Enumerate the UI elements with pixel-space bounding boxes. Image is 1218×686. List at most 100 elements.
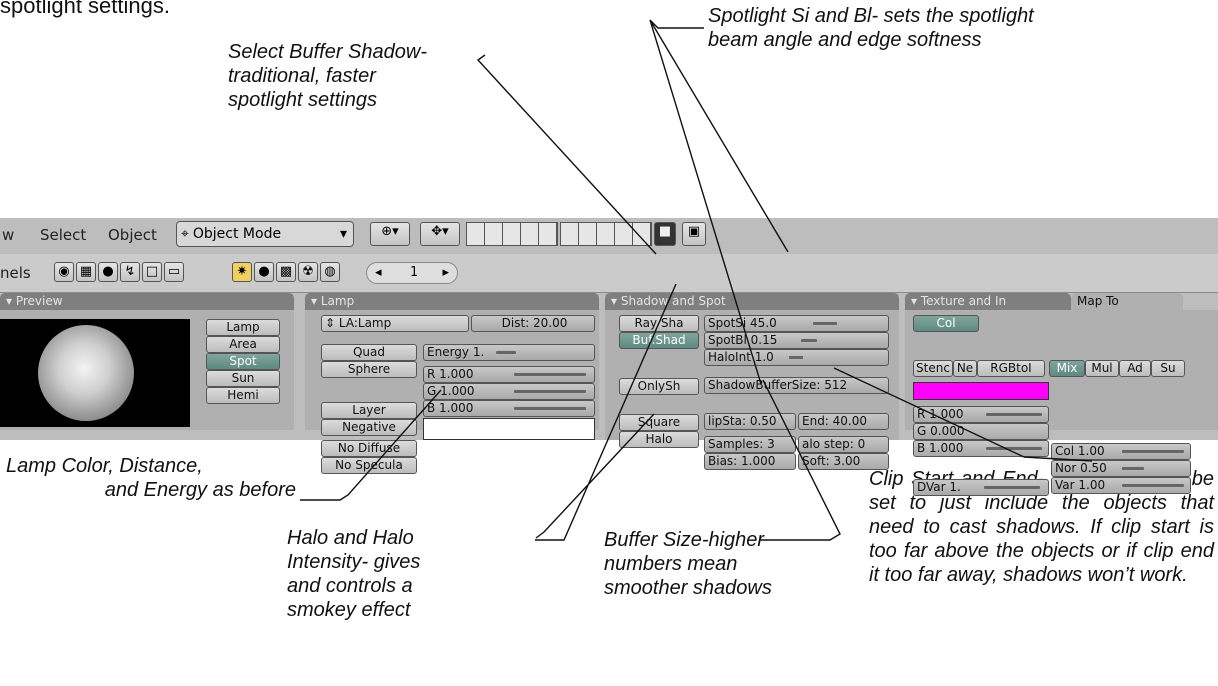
halostep-field[interactable]: alo step: 0	[798, 436, 889, 453]
preview-panel-header[interactable]: ▾ Preview	[0, 293, 294, 310]
blend-mix-button[interactable]: Mix	[1049, 360, 1085, 377]
sphere-button[interactable]: Sphere	[321, 361, 417, 378]
samples-field[interactable]: Samples: 3	[704, 436, 796, 453]
halo-button[interactable]: Halo	[619, 431, 699, 448]
menu-view[interactable]: w	[2, 226, 14, 244]
clipstart-field[interactable]: lipSta: 0.50	[704, 413, 796, 430]
annotation-spotsi: Spotlight Si and Bl- sets the spotlight …	[708, 4, 1034, 52]
object-mode-icon: ⌖	[181, 226, 189, 242]
lamp-type-sun[interactable]: Sun	[206, 370, 280, 387]
var-slider[interactable]: Var 1.00	[1051, 477, 1191, 494]
layer-button[interactable]: Layer	[321, 402, 417, 419]
tex-red-slider[interactable]: R 1.000	[913, 406, 1049, 423]
slider-fill	[1122, 484, 1184, 487]
dist-field[interactable]: Dist: 20.00	[471, 315, 595, 332]
radiosity-icon[interactable]: ☢	[298, 262, 318, 282]
shading-icon[interactable]: ●	[98, 262, 118, 282]
tex-blue-slider[interactable]: B 1.000	[913, 440, 1049, 457]
layer-buttons-left[interactable]	[466, 222, 558, 246]
nor-label: Nor 0.50	[1055, 461, 1107, 475]
spotsi-slider[interactable]: SpotSi 45.0	[704, 315, 889, 332]
mode-select[interactable]: ⌖ Object Mode ▾	[176, 221, 354, 247]
shadow-panel: Ray Sha Buf.Shad SpotSi 45.0 SpotBl 0.15…	[605, 310, 899, 448]
bias-field[interactable]: Bias: 1.000	[704, 453, 796, 470]
menu-select[interactable]: Select	[40, 226, 86, 244]
lamp-name: LA:Lamp	[338, 316, 392, 330]
var-label: Var 1.00	[1055, 478, 1106, 492]
col-value-slider[interactable]: Col 1.00	[1051, 443, 1191, 460]
energy-label: Energy 1.	[427, 345, 485, 359]
blend-add-button[interactable]: Ad	[1119, 360, 1151, 377]
square-button[interactable]: Square	[619, 414, 699, 431]
green-slider[interactable]: G 1.000	[423, 383, 595, 400]
blue-slider[interactable]: B 1.000	[423, 400, 595, 417]
negative-button[interactable]: Negative	[321, 419, 417, 436]
ray-shadow-button[interactable]: Ray Sha	[619, 315, 699, 332]
col-toggle[interactable]: Col	[913, 315, 979, 332]
annotation-line: Lamp Color, Distance,	[6, 455, 203, 477]
tex-blue-label: B 1.000	[917, 441, 964, 455]
slider-fill	[514, 390, 586, 393]
mapto-tab[interactable]: Map To	[1071, 293, 1183, 310]
manipulator-icon[interactable]: ✥▾	[420, 222, 460, 246]
stencil-button[interactable]: Stenc	[913, 360, 953, 377]
lamp-color-swatch[interactable]	[423, 418, 595, 440]
slider-fill	[813, 322, 837, 325]
mapto-panel: Col Stenc Ne RGBtoI Mix Mul Ad Su R 1.00…	[905, 310, 1218, 440]
lamp-name-field[interactable]: ⇕ LA:Lamp	[321, 315, 469, 332]
script-icon[interactable]: ▦	[76, 262, 96, 282]
editing-icon[interactable]: □	[142, 262, 162, 282]
logic-icon[interactable]: ◉	[54, 262, 74, 282]
triangle-down-icon: ▾	[611, 294, 621, 308]
menu-object[interactable]: Object	[108, 226, 157, 244]
blender-ui: w Select Object ⌖ Object Mode ▾ ⊕▾ ✥▾ ■ ▣…	[0, 218, 1218, 496]
no-diffuse-button[interactable]: No Diffuse	[321, 440, 417, 457]
texture-icon[interactable]: ▩	[276, 262, 296, 282]
buffersize-field[interactable]: ShadowBufferSize: 512	[704, 377, 889, 394]
negative-tex-button[interactable]: Ne	[953, 360, 977, 377]
dvar-slider[interactable]: DVar 1.	[913, 479, 1049, 496]
object-icon[interactable]: ↯	[120, 262, 140, 282]
lamp-type-lamp[interactable]: Lamp	[206, 319, 280, 336]
rgbtoint-button[interactable]: RGBtoI	[977, 360, 1045, 377]
lamp-type-hemi[interactable]: Hemi	[206, 387, 280, 404]
triangle-down-icon: ▾	[6, 294, 16, 308]
annotation-line: Select Buffer Shadow-	[228, 41, 427, 63]
annotation-halo: Halo and Halo Intensity- gives and contr…	[287, 526, 420, 622]
blend-sub-button[interactable]: Su	[1151, 360, 1185, 377]
texture-tab[interactable]: ▾ Texture and In	[905, 293, 1071, 310]
lamp-type-spot[interactable]: Spot	[206, 353, 280, 370]
slider-fill	[789, 356, 803, 359]
tex-green-slider[interactable]: G 0.000	[913, 423, 1049, 440]
frame-counter[interactable]: ◂ 1 ▸	[366, 262, 458, 284]
lamp-buttons-icon[interactable]: ✷	[232, 262, 252, 282]
world-icon[interactable]: ◍	[320, 262, 340, 282]
onlyshadow-button[interactable]: OnlySh	[619, 378, 699, 395]
lamp-type-area[interactable]: Area	[206, 336, 280, 353]
scene-icon[interactable]: ▭	[164, 262, 184, 282]
haloint-slider[interactable]: HaloInt 1.0	[704, 349, 889, 366]
clipend-field[interactable]: End: 40.00	[798, 413, 889, 430]
arrow-right-icon[interactable]: ▸	[442, 263, 449, 283]
red-slider[interactable]: R 1.000	[423, 366, 595, 383]
nor-slider[interactable]: Nor 0.50	[1051, 460, 1191, 477]
annotation-line: and controls a	[287, 575, 413, 597]
pivot-icon[interactable]: ⊕▾	[370, 222, 410, 246]
spotbl-slider[interactable]: SpotBl 0.15	[704, 332, 889, 349]
material-icon[interactable]: ●	[254, 262, 274, 282]
shadow-panel-header[interactable]: ▾ Shadow and Spot	[605, 293, 899, 310]
blend-mul-button[interactable]: Mul	[1085, 360, 1119, 377]
quad-button[interactable]: Quad	[321, 344, 417, 361]
no-specular-button[interactable]: No Specula	[321, 457, 417, 474]
texture-color-swatch[interactable]	[913, 382, 1049, 400]
layer-buttons-right[interactable]	[560, 222, 652, 246]
chevron-down-icon: ▾	[339, 226, 347, 242]
render-icon[interactable]: ▣	[682, 222, 706, 246]
energy-slider[interactable]: Energy 1.	[423, 344, 595, 361]
annotation-line: spotlight settings	[228, 89, 377, 111]
arrow-left-icon[interactable]: ◂	[375, 263, 382, 283]
soft-field[interactable]: Soft: 3.00	[798, 453, 889, 470]
lock-icon[interactable]: ■	[654, 222, 676, 246]
buf-shadow-button[interactable]: Buf.Shad	[619, 332, 699, 349]
lamp-panel-header[interactable]: ▾ Lamp	[305, 293, 599, 310]
